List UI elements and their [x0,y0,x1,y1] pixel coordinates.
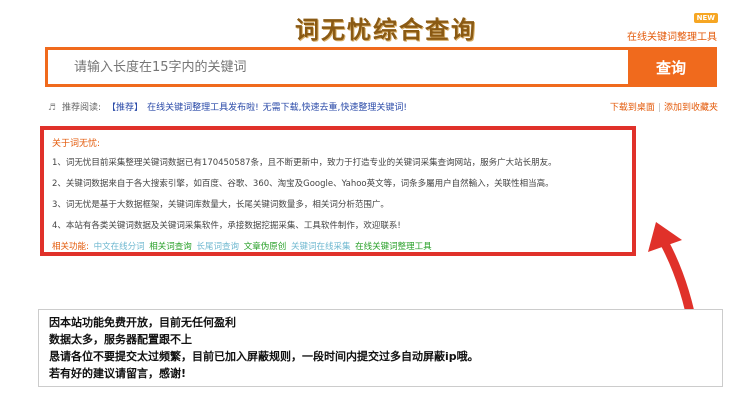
site-logo[interactable]: 词 无 忧 综 合 查 询 [295,10,477,44]
message-box: 因本站功能免费开放，目前无任何盈利 数据太多，服务器配置跟不上 恳请各位不要提交… [38,309,723,387]
notice-link[interactable]: 在线关键词整理工具发布啦! [147,100,259,113]
notice-right-links: 下载到桌面 | 添加到收藏夹 [610,100,718,113]
about-line: 2、关键词数据来自于各大搜索引擎，如百度、谷歌、360、淘宝及Google、Ya… [52,179,554,189]
speaker-icon: ♬ [48,102,57,113]
logo-char: 合 [399,16,425,44]
message-line: 因本站功能免费开放，目前无任何盈利 [49,316,236,329]
logo-char: 无 [321,16,347,44]
search-input[interactable] [48,50,628,84]
search-button[interactable]: 查询 [628,50,714,84]
message-line: 数据太多，服务器配置跟不上 [49,333,192,346]
logo-char: 词 [295,16,321,44]
keyword-tool-link[interactable]: 在线关键词整理工具 [627,28,717,43]
related-link-related-words[interactable]: 相关词查询 [149,242,192,252]
separator: | [657,103,661,113]
add-favorite-link[interactable]: 添加到收藏夹 [664,103,718,113]
notice-tag: 【推荐】 [107,103,144,113]
logo-char: 查 [425,16,451,44]
about-line: 3、词无忧是基于大数据框架，关键词库数量大，长尾关键词数量多，相关词分析范围广。 [52,200,389,210]
related-link-organize[interactable]: 在线关键词整理工具 [355,242,432,252]
logo-char: 询 [451,16,477,44]
notice-bar: ♬ 推荐阅读: 【推荐】 在线关键词整理工具发布啦! 无需下载,快速去重,快速整… [48,100,407,114]
notice-label: 推荐阅读: [62,103,102,113]
related-link-rewrite[interactable]: 文章伪原创 [244,242,287,252]
logo-char: 忧 [347,16,373,44]
about-line: 4、本站有各类关键词数据及关键词采集软件，承接数据挖掘采集、工具软件制作，欢迎联… [52,221,401,231]
search-bar: 查询 [45,47,717,87]
related-link-segmentation[interactable]: 中文在线分词 [94,242,145,252]
message-line: 恳请各位不要提交太过频繁，目前已加入屏蔽规则，一段时间内提交过多自动屏蔽ip哦。 [49,350,479,363]
about-title: 关于词无忧: [52,139,101,149]
message-line: 若有好的建议请留言，感谢! [49,367,187,380]
related-label: 相关功能: [52,242,89,252]
new-badge: NEW [693,13,718,23]
notice-link[interactable]: 无需下载,快速去重,快速整理关键词! [263,100,407,113]
about-line: 1、词无忧目前采集整理关键词数据已有170450587条，且不断更新中，致力于打… [52,158,557,168]
logo-char: 综 [373,16,399,44]
download-desktop-link[interactable]: 下载到桌面 [610,103,655,113]
related-link-longtail[interactable]: 长尾词查询 [197,242,240,252]
related-link-collect[interactable]: 关键词在线采集 [291,242,351,252]
about-panel: 关于词无忧: 1、词无忧目前采集整理关键词数据已有170450587条，且不断更… [40,126,636,256]
related-functions: 相关功能: 中文在线分词 相关词查询 长尾词查询 文章伪原创 关键词在线采集 在… [52,240,624,252]
